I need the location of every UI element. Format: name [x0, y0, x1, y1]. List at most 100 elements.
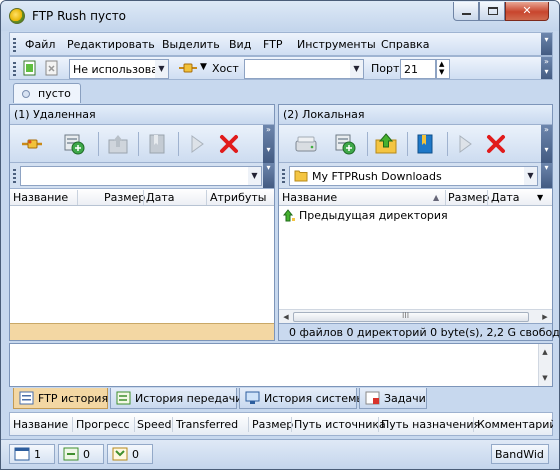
port-spinner[interactable]: ▲ ▼ [436, 59, 450, 79]
host-input[interactable]: ▼ [244, 59, 364, 79]
scroll-left-icon[interactable]: ◀ [280, 311, 292, 323]
column-divider[interactable] [72, 417, 73, 432]
column-divider[interactable] [77, 190, 78, 205]
column-divider[interactable] [445, 190, 446, 205]
quick-connect-dropdown-icon[interactable]: ▼ [200, 62, 207, 72]
connect-icon[interactable] [20, 132, 44, 156]
queue-column-transferred[interactable]: Transferred [176, 418, 238, 431]
menu-tools[interactable]: Инструменты [297, 38, 376, 51]
tab-transfer-history[interactable]: История передачи [110, 388, 242, 409]
column-size[interactable]: Размер [448, 191, 489, 204]
column-divider[interactable] [143, 190, 144, 205]
toolbar-separator [98, 132, 99, 156]
remote-path-overflow-icon[interactable]: ▾ [263, 163, 274, 188]
queue-column-name[interactable]: Название [13, 418, 68, 431]
queue-icon [63, 447, 79, 461]
menu-grip-handle[interactable] [13, 38, 16, 52]
queue-column-comment[interactable]: Комментарий [477, 418, 553, 431]
minimize-button[interactable] [453, 2, 479, 21]
bookmark-icon[interactable] [145, 132, 169, 156]
menu-help[interactable]: Справка [381, 38, 429, 51]
column-name[interactable]: Название [13, 191, 68, 204]
tab-ftp-history[interactable]: FTP история [13, 388, 108, 409]
menu-ftp[interactable]: FTP [263, 38, 283, 51]
spinner-down-icon[interactable]: ▼ [439, 68, 444, 76]
spinner-up-icon[interactable]: ▲ [439, 60, 444, 68]
transfer-icon[interactable] [453, 132, 477, 156]
list-item[interactable]: Предыдущая директория [281, 208, 481, 224]
path-grip-handle[interactable] [282, 169, 285, 183]
column-size[interactable]: Размер [104, 191, 145, 204]
remote-toolbar-overflow-icon[interactable]: » ▾ [263, 125, 274, 163]
remote-panel-title: (1) Удаленная [10, 105, 274, 125]
local-panel-title: (2) Локальная [279, 105, 552, 125]
maximize-button[interactable] [479, 2, 505, 21]
session-tab[interactable]: пусто [13, 83, 81, 103]
menu-overflow-chevron-icon[interactable]: ▾ [541, 33, 552, 55]
tab-label: FTP история [38, 392, 109, 405]
port-input[interactable]: 21 [400, 59, 436, 79]
scrollbar-thumb[interactable]: III [293, 311, 529, 322]
queue-column-header: Название Прогресс Speed Transferred Разм… [9, 412, 553, 436]
menu-select[interactable]: Выделить [162, 38, 220, 51]
local-path-select[interactable]: My FTPRush Downloads ▼ [289, 166, 538, 186]
delete-icon[interactable] [484, 132, 508, 156]
scroll-down-icon[interactable]: ▼ [539, 372, 551, 384]
queue-column-source-path[interactable]: Путь источника [294, 418, 386, 431]
column-divider[interactable] [487, 190, 488, 205]
app-logo-icon [9, 8, 25, 24]
tab-system-history[interactable]: История системы [239, 388, 365, 409]
column-divider[interactable] [378, 417, 379, 432]
log-output[interactable]: ▲ ▼ [9, 343, 553, 387]
column-date[interactable]: Дата [491, 191, 519, 204]
local-toolbar: » ▾ [279, 125, 552, 163]
close-session-icon[interactable] [44, 60, 60, 77]
toolbar-overflow-chevron-icon[interactable]: » ▾ [541, 57, 552, 79]
quick-connect-icon[interactable] [178, 60, 198, 77]
column-divider[interactable] [134, 417, 135, 432]
delete-icon[interactable] [217, 132, 241, 156]
local-toolbar-overflow-icon[interactable]: » ▾ [541, 125, 552, 163]
local-path-overflow-icon[interactable]: ▾ [541, 163, 552, 188]
scroll-up-icon[interactable]: ▲ [539, 346, 551, 358]
column-divider[interactable] [206, 190, 207, 205]
queue-column-speed[interactable]: Speed [137, 418, 171, 431]
parent-folder-icon[interactable] [374, 132, 398, 156]
menu-view[interactable]: Вид [229, 38, 251, 51]
column-attributes[interactable]: Атрибуты [210, 191, 266, 204]
new-session-icon[interactable] [22, 60, 38, 77]
menu-edit[interactable]: Редактировать [67, 38, 155, 51]
column-divider[interactable] [172, 417, 173, 432]
toolbar-grip-handle[interactable] [13, 62, 16, 76]
parent-folder-icon[interactable] [106, 132, 130, 156]
column-divider[interactable] [248, 417, 249, 432]
queue-column-size[interactable]: Размер [252, 418, 293, 431]
status-sessions-count: 1 [34, 448, 41, 461]
scrollbar-grip: III [402, 311, 410, 320]
column-date[interactable]: Дата [146, 191, 174, 204]
tab-label: История системы [264, 392, 366, 405]
log-vertical-scrollbar[interactable]: ▲ ▼ [538, 344, 552, 386]
scroll-right-icon[interactable]: ▶ [539, 311, 551, 323]
bookmark-icon[interactable] [413, 132, 437, 156]
menu-file[interactable]: Файл [25, 38, 55, 51]
status-transfers: 0 [107, 444, 153, 464]
host-label: Хост [212, 62, 239, 75]
column-name[interactable]: Название [282, 191, 337, 204]
tab-tasks[interactable]: Задачи [359, 388, 427, 409]
column-divider[interactable] [473, 417, 474, 432]
proxy-select[interactable]: Не использовать ▼ [69, 59, 169, 79]
transfer-icon[interactable] [185, 132, 209, 156]
path-grip-handle[interactable] [13, 169, 16, 183]
drive-icon[interactable] [294, 132, 318, 156]
local-horizontal-scrollbar[interactable]: ◀ III ▶ [279, 309, 552, 323]
column-divider[interactable] [291, 417, 292, 432]
remote-path-select[interactable]: ▼ [20, 166, 262, 186]
refresh-icon[interactable] [62, 132, 86, 156]
close-button[interactable]: ✕ [505, 2, 549, 21]
queue-column-destination-path[interactable]: Путь назначения [381, 418, 480, 431]
queue-column-progress[interactable]: Прогресс [76, 418, 130, 431]
bottom-tabstrip: FTP история История передачи История сис… [9, 388, 553, 410]
refresh-icon[interactable] [333, 132, 357, 156]
menu-bar: Файл Редактировать Выделить Вид FTP Инст… [9, 32, 553, 56]
